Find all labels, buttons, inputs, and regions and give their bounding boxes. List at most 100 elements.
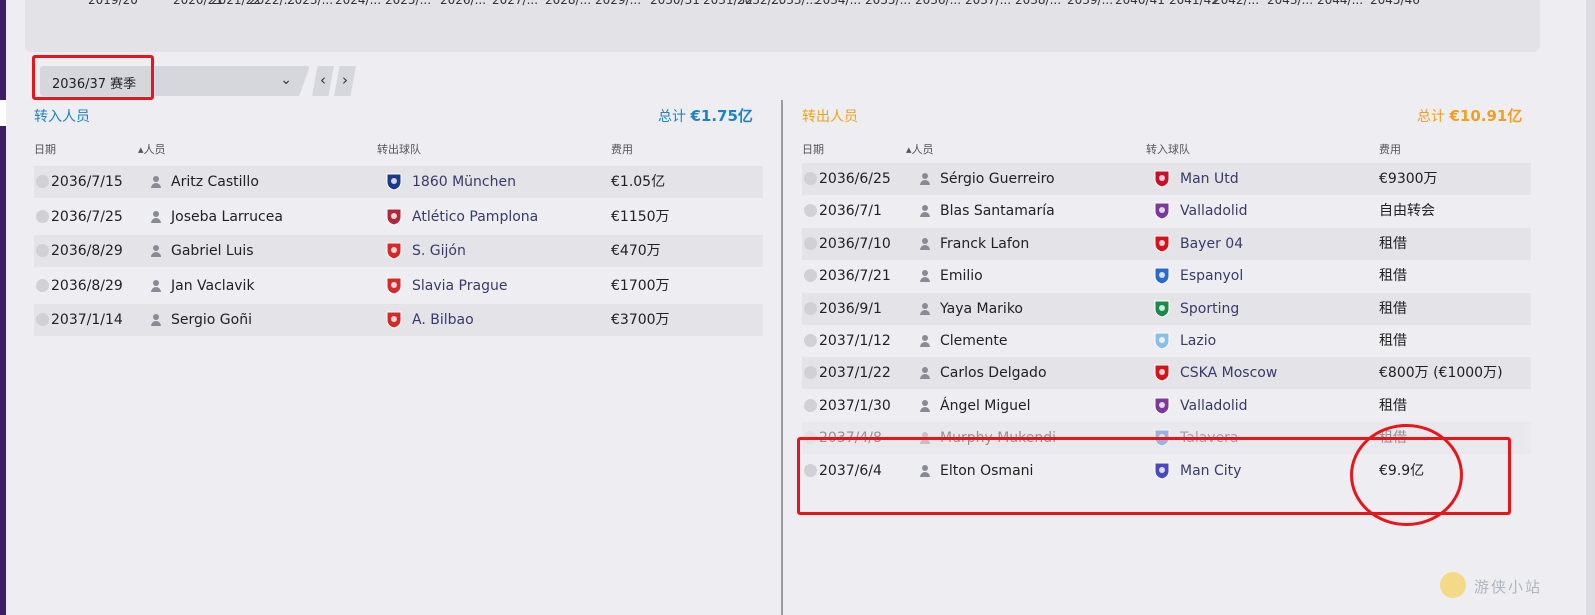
- transfer-row[interactable]: 2036/7/15 Aritz Castillo 1860 München €1.05…: [34, 166, 763, 198]
- transfer-row[interactable]: 2037/1/14 Sergio Goñi A. Bilbao €3700万: [34, 304, 763, 337]
- player-name[interactable]: Franck Lafon: [940, 228, 1029, 260]
- sporting-crest-icon: [1154, 300, 1170, 318]
- incoming-header-club[interactable]: 转出球队: [377, 141, 421, 157]
- row-check-icon[interactable]: [804, 236, 817, 250]
- season-timeline-item[interactable]: 2043/...: [1267, 0, 1313, 7]
- player-name[interactable]: Sérgio Guerreiro: [940, 163, 1055, 195]
- incoming-total-label: 总计: [658, 109, 686, 125]
- row-check-icon[interactable]: [804, 269, 817, 283]
- incoming-header-person[interactable]: ▴人员: [138, 141, 166, 157]
- player-name[interactable]: Yaya Mariko: [940, 293, 1023, 325]
- row-check-icon[interactable]: [804, 366, 817, 380]
- season-timeline-item[interactable]: 2038/...: [1015, 0, 1061, 7]
- season-timeline-item[interactable]: 2045/46: [1370, 0, 1420, 7]
- outgoing-section-title: 转出人员: [802, 109, 858, 125]
- player-name[interactable]: Sergio Goñi: [171, 304, 252, 336]
- season-timeline-item[interactable]: 2035/...: [865, 0, 911, 7]
- player-name[interactable]: Ángel Miguel: [940, 390, 1031, 422]
- row-check-icon[interactable]: [36, 278, 49, 292]
- transfer-row[interactable]: 2036/7/21 Emilio Espanyol 租借: [802, 260, 1531, 292]
- watermark-logo-icon: [1440, 572, 1466, 598]
- season-timeline-item[interactable]: 2030/31: [650, 0, 700, 7]
- transfer-row[interactable]: 2036/9/1 Yaya Mariko Sporting 租借: [802, 292, 1531, 325]
- transfer-row[interactable]: 2037/1/22 Carlos Delgado CSKA Moscow €800万 …: [802, 357, 1531, 390]
- club-name[interactable]: Lazio: [1180, 325, 1216, 357]
- club-name[interactable]: CSKA Moscow: [1180, 357, 1277, 389]
- row-check-icon[interactable]: [804, 172, 817, 185]
- player-name[interactable]: Joseba Larrucea: [171, 201, 283, 233]
- season-timeline-item[interactable]: 2040/41: [1115, 0, 1165, 7]
- transfer-row[interactable]: 2037/1/30 Ángel Miguel Valladolid 租借: [802, 390, 1531, 422]
- club-name[interactable]: Valladolid: [1180, 390, 1248, 422]
- club-name[interactable]: S. Gijón: [412, 235, 466, 267]
- watermark: 游侠小站: [1430, 568, 1580, 608]
- row-check-icon[interactable]: [804, 204, 817, 218]
- season-timeline-item[interactable]: 2042/...: [1213, 0, 1259, 7]
- season-timeline-item[interactable]: 2024/...: [335, 0, 381, 7]
- transfer-row[interactable]: 2036/6/25 Sérgio Guerreiro Man Utd €9300万: [802, 163, 1531, 195]
- player-name[interactable]: Gabriel Luis: [171, 235, 254, 267]
- player-name[interactable]: Emilio: [940, 260, 983, 292]
- row-check-icon[interactable]: [36, 209, 49, 223]
- outgoing-header-person[interactable]: ▴人员: [906, 141, 934, 157]
- season-timeline-item[interactable]: 2034/...: [815, 0, 861, 7]
- season-timeline-item[interactable]: 2025/...: [385, 0, 431, 7]
- watermark-text: 游侠小站: [1474, 578, 1543, 596]
- club-name[interactable]: Atlético Pamplona: [412, 201, 538, 233]
- club-name[interactable]: Espanyol: [1180, 260, 1243, 292]
- season-timeline-item[interactable]: 2028/...: [545, 0, 591, 7]
- row-check-icon[interactable]: [804, 398, 817, 412]
- season-timeline-item[interactable]: 2044/...: [1317, 0, 1363, 7]
- person-icon: [920, 302, 930, 315]
- player-name[interactable]: Jan Vaclavik: [171, 270, 255, 302]
- season-timeline-item[interactable]: 2029/...: [595, 0, 641, 7]
- club-name[interactable]: A. Bilbao: [412, 304, 474, 336]
- row-check-icon[interactable]: [804, 301, 817, 315]
- bayer-crest-icon: [1154, 235, 1170, 253]
- row-check-icon[interactable]: [36, 313, 49, 327]
- transfer-row[interactable]: 2036/8/29 Gabriel Luis S. Gijón €470万: [34, 235, 763, 268]
- player-name[interactable]: Clemente: [940, 325, 1008, 357]
- player-name[interactable]: Carlos Delgado: [940, 357, 1047, 389]
- incoming-header-fee[interactable]: 费用: [611, 141, 633, 157]
- transfer-date: 2036/7/15: [51, 174, 123, 190]
- season-timeline-item[interactable]: 2037/...: [965, 0, 1011, 7]
- season-timeline-item[interactable]: 2026/...: [440, 0, 486, 7]
- right-scroll-edge[interactable]: [1586, 0, 1595, 615]
- incoming-header-date[interactable]: 日期: [34, 141, 56, 157]
- club-name[interactable]: Bayer 04: [1180, 228, 1243, 260]
- season-timeline-item[interactable]: 2019/20: [88, 0, 138, 7]
- transfer-date: 2036/7/21: [819, 268, 891, 285]
- transfer-row[interactable]: 2036/7/25 Joseba Larrucea Atlético Pamplon…: [34, 201, 763, 233]
- transfer-fee: €3700万: [611, 312, 670, 329]
- club-name[interactable]: Sporting: [1180, 293, 1239, 325]
- season-timeline-item[interactable]: 2033/...: [771, 0, 817, 7]
- club-name[interactable]: 1860 München: [412, 166, 516, 198]
- transfer-row[interactable]: 2037/1/12 Clemente Lazio 租借: [802, 325, 1531, 357]
- club-name[interactable]: Slavia Prague: [412, 270, 507, 302]
- outgoing-header-fee[interactable]: 费用: [1379, 141, 1401, 157]
- season-timeline-item[interactable]: 2039/...: [1067, 0, 1113, 7]
- row-check-icon[interactable]: [36, 244, 49, 258]
- transfer-row[interactable]: 2036/7/10 Franck Lafon Bayer 04 租借: [802, 227, 1531, 260]
- season-timeline-item[interactable]: 2036/...: [915, 0, 961, 7]
- player-name[interactable]: Aritz Castillo: [171, 166, 259, 198]
- season-timeline-item[interactable]: 2023/...: [287, 0, 333, 7]
- transfer-row[interactable]: 2036/7/1 Blas Santamaría Valladolid 自由转会: [802, 195, 1531, 227]
- row-check-icon[interactable]: [36, 175, 49, 188]
- outgoing-header-club[interactable]: 转入球队: [1146, 141, 1190, 157]
- transfer-fee: 租借: [1379, 333, 1407, 349]
- club-name[interactable]: Man Utd: [1180, 163, 1239, 195]
- season-timeline-item[interactable]: 2041/42: [1169, 0, 1219, 7]
- lion-crest-icon: [386, 173, 402, 191]
- club-name[interactable]: Valladolid: [1180, 195, 1248, 227]
- season-timeline-item[interactable]: 2027/...: [492, 0, 538, 7]
- row-check-icon[interactable]: [804, 334, 817, 347]
- transfer-row[interactable]: 2036/8/29 Jan Vaclavik Slavia Prague €1700万: [34, 270, 763, 302]
- outgoing-header-date[interactable]: 日期: [802, 141, 824, 157]
- section-divider: [781, 100, 783, 615]
- person-icon: [151, 176, 161, 188]
- transfer-date: 2036/8/29: [51, 243, 123, 260]
- transfer-fee: 租借: [1379, 235, 1407, 252]
- player-name[interactable]: Blas Santamaría: [940, 195, 1055, 227]
